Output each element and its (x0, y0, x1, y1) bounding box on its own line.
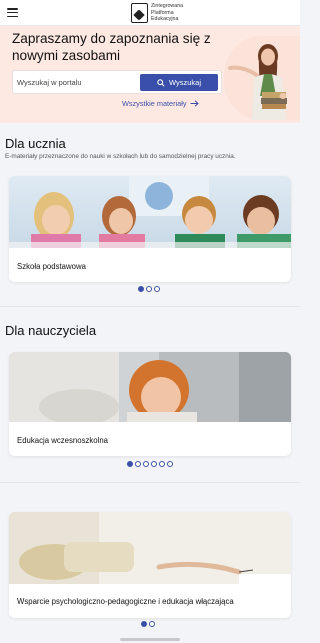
primary-school-image (9, 176, 291, 248)
all-materials-label: Wszystkie materiały (122, 99, 187, 108)
hero-title: Zapraszamy do zapoznania się z nowymi za… (12, 31, 211, 63)
carousel-dot-1[interactable] (141, 621, 147, 627)
card-early-education-label: Edukacja wczesnoszkolna (17, 436, 109, 445)
carousel-dot-5[interactable] (159, 461, 165, 467)
student-carousel-dots (138, 286, 160, 292)
search-button[interactable]: Wyszukaj (140, 74, 218, 91)
carousel-dot-3[interactable] (154, 286, 160, 292)
card-early-education[interactable]: Edukacja wczesnoszkolna (9, 352, 291, 456)
teacher-carousel-dots (127, 461, 173, 467)
carousel-dot-4[interactable] (151, 461, 157, 467)
teacher-section-title: Dla nauczyciela (5, 323, 97, 338)
carousel-dot-1[interactable] (138, 286, 144, 292)
logo-icon (131, 3, 148, 23)
section-divider (0, 482, 300, 483)
student-section-title: Dla ucznia (5, 136, 66, 151)
section-divider (0, 306, 300, 307)
hero-banner: Zapraszamy do zapoznania się z nowymi za… (0, 26, 300, 123)
carousel-dot-6[interactable] (167, 461, 173, 467)
search-box: Wyszukaj (12, 70, 222, 94)
card-primary-school[interactable]: Szkoła podstawowa (9, 176, 291, 282)
carousel-dot-1[interactable] (127, 461, 133, 467)
carousel-dot-2[interactable] (146, 286, 152, 292)
carousel-dot-2[interactable] (135, 461, 141, 467)
search-input[interactable] (17, 71, 143, 93)
search-icon (157, 78, 165, 87)
psychological-support-image (9, 512, 291, 584)
hero-teacher-illustration (224, 36, 300, 120)
card-psychological-support[interactable]: Wsparcie psychologiczno-pedagogiczne i e… (9, 512, 291, 618)
all-materials-link[interactable]: Wszystkie materiały (122, 99, 200, 108)
arrow-right-icon (190, 100, 200, 107)
hamburger-menu-icon[interactable] (7, 8, 18, 18)
student-section-subtitle: E-materiały przeznaczone do nauki w szko… (5, 153, 236, 160)
logo-line-3: Edukacyjna (151, 16, 179, 23)
early-education-image (9, 352, 291, 422)
top-bar: Zintegrowana Platforma Edukacyjna (0, 0, 300, 26)
carousel-dot-3[interactable] (143, 461, 149, 467)
site-logo[interactable]: Zintegrowana Platforma Edukacyjna (131, 2, 197, 24)
logo-text: Zintegrowana Platforma Edukacyjna (151, 3, 197, 22)
card-psychological-support-label: Wsparcie psychologiczno-pedagogiczne i e… (17, 597, 234, 606)
search-button-label: Wyszukaj (168, 78, 202, 87)
third-carousel-dots (141, 621, 155, 627)
card-primary-school-label: Szkoła podstawowa (17, 262, 86, 271)
carousel-dot-2[interactable] (149, 621, 155, 627)
home-indicator (120, 638, 180, 641)
